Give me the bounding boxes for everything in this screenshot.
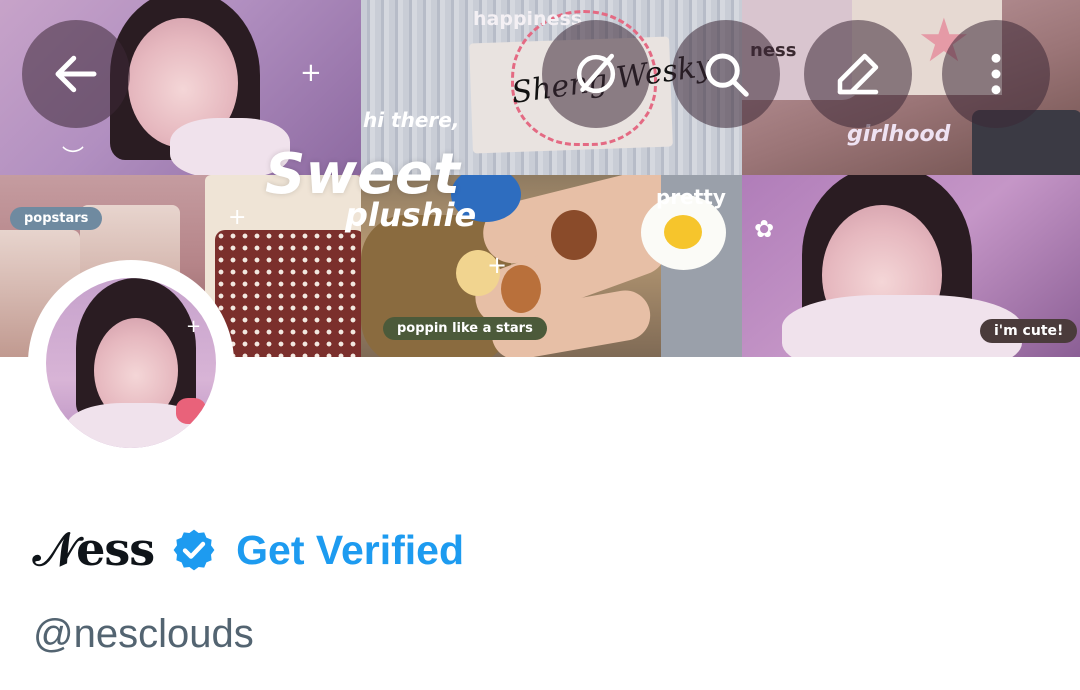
grok-icon bbox=[576, 53, 616, 94]
more-button[interactable] bbox=[942, 20, 1050, 128]
sticker-poppin: poppin like a stars bbox=[383, 317, 547, 340]
sparkle-icon: + bbox=[487, 251, 508, 279]
sticker-plushie: plushie bbox=[345, 196, 477, 234]
polka-dot-bag bbox=[215, 230, 361, 357]
sparkle-icon: + bbox=[228, 205, 247, 230]
display-name: 𝒩ess bbox=[33, 522, 155, 576]
get-verified-link[interactable]: Get Verified bbox=[236, 527, 464, 574]
edit-button[interactable] bbox=[804, 20, 912, 128]
avatar-image: + bbox=[46, 278, 216, 448]
egg-yolk bbox=[664, 215, 702, 249]
nail-art bbox=[551, 210, 597, 260]
back-button[interactable] bbox=[22, 20, 130, 128]
search-button[interactable] bbox=[672, 20, 780, 128]
banner-tile-selfie-2: ✿ i'm cute! bbox=[742, 175, 1080, 357]
profile-avatar[interactable]: + bbox=[28, 260, 234, 466]
pencil-icon bbox=[837, 53, 879, 95]
sparkle-icon: + bbox=[186, 316, 202, 337]
grok-button[interactable] bbox=[542, 20, 650, 128]
sticker-happiness: happiness bbox=[473, 8, 583, 30]
sticker-hi-there: hi there, bbox=[363, 108, 460, 132]
flower-icon: ✿ bbox=[754, 215, 775, 243]
sticker-pretty: pretty bbox=[656, 185, 726, 209]
verified-badge-icon[interactable] bbox=[170, 526, 218, 574]
arrow-left-icon bbox=[55, 55, 97, 93]
sticker-im-cute: i'm cute! bbox=[980, 319, 1078, 343]
search-icon bbox=[705, 53, 749, 97]
name-row: 𝒩ess Get Verified bbox=[33, 520, 464, 580]
squiggle-icon: ︶ bbox=[62, 146, 85, 171]
more-vertical-icon bbox=[991, 53, 1001, 95]
bow-sticker bbox=[176, 398, 206, 424]
sticker-popstars: popstars bbox=[10, 207, 103, 230]
profile-handle: @nesclouds bbox=[33, 612, 254, 656]
sparkle-icon: + bbox=[300, 58, 322, 88]
